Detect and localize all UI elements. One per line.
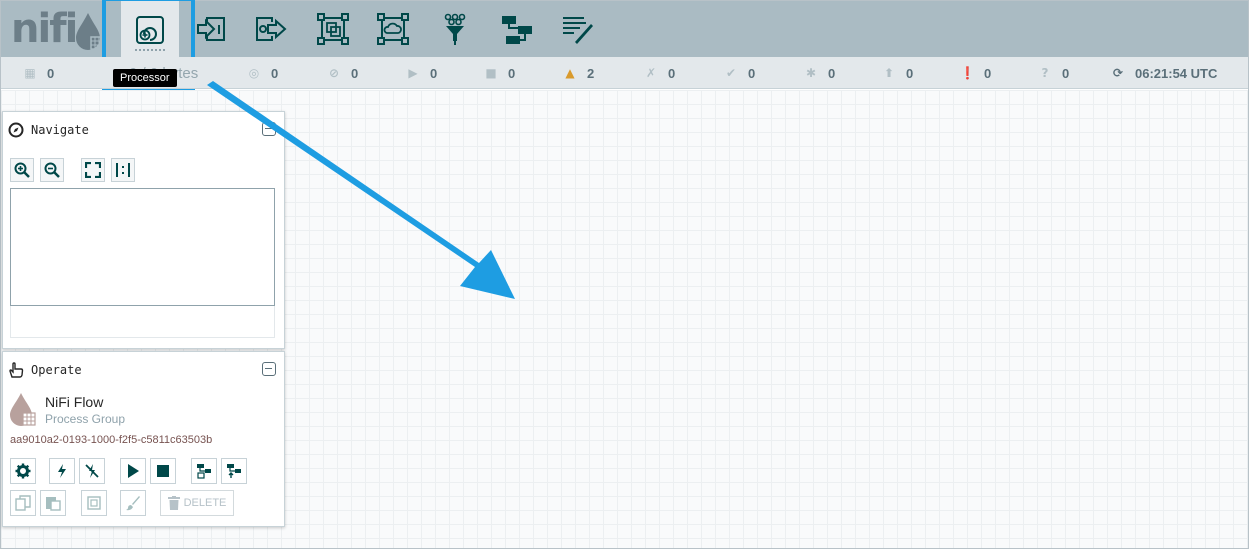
start-button[interactable] [120,458,146,484]
create-template-icon [197,464,211,479]
zoom-out-button[interactable] [40,158,64,182]
enable-button[interactable] [49,458,75,484]
navigate-title: Navigate [31,123,89,137]
process-group-type: Process Group [45,412,126,426]
not-transmitting-icon: ⊘ [328,66,340,80]
remote-process-group-button[interactable] [369,5,417,53]
operate-title: Operate [31,363,82,377]
arrow-up-circle-icon: ⬆ [883,66,895,80]
stopped-status: ■ 0 [485,65,516,81]
process-group-name: NiFi Flow [45,394,104,410]
play-icon [128,464,139,478]
process-group-id: aa9010a2-0193-1000-f2f5-c5811c63503b [10,434,213,446]
locally-modified-status: ✱ 0 [805,65,836,81]
group-icon [87,496,101,510]
running-icon: ▶ [408,66,418,80]
process-group-icon [317,13,349,45]
funnel-icon [444,13,466,45]
flow-status-bar: ▦0 0 / 0 bytes ◎0 ⊘0 ▶0 ■0 ▲2 ✗0 ✔0 ✱0 ⬆… [1,57,1248,89]
stop-icon [157,465,169,477]
question-icon: ? [1041,66,1049,80]
drag-grip [135,49,165,53]
expand-icon [85,162,101,178]
processor-icon [136,16,164,44]
toolbar: nifi [1,0,1248,90]
fit-screen-button[interactable] [81,158,105,182]
remote-process-group-icon [377,13,409,45]
processor-button[interactable] [121,1,179,59]
stale-status: ⬆ 0 [883,65,914,81]
operate-collapse-button[interactable] [262,362,276,376]
actual-size-icon [116,163,130,177]
output-port-icon [256,17,287,41]
gear-icon [15,463,31,479]
refresh-status[interactable]: ⟳ 06:21:54 UTC [1111,57,1217,89]
configure-button[interactable] [10,458,36,484]
running-status: ▶ 0 [406,57,437,89]
nifi-drop-icon [76,13,104,50]
input-port-button[interactable] [187,5,235,53]
cluster-icon: ▦ [24,66,36,80]
copy-icon [15,495,31,511]
upload-template-button[interactable] [221,458,247,484]
zoom-in-button[interactable] [10,158,34,182]
operate-panel: Operate NiFi Flow Process Group aa9010a2… [2,351,285,527]
zoom-in-icon [14,162,30,178]
funnel-button[interactable] [431,5,479,53]
navigate-panel: Navigate [2,111,285,349]
up-to-date-status: ✔ 0 [725,65,756,81]
refresh-icon[interactable]: ⟳ [1111,66,1125,80]
locally-modified-stale-status: ❗ 0 [960,65,992,81]
warning-icon: ▲ [565,66,575,80]
hand-pointer-icon [9,362,24,378]
disabled-icon: ✗ [645,66,657,80]
create-template-button[interactable] [191,458,217,484]
disable-button[interactable] [79,458,105,484]
output-port-button[interactable] [247,5,295,53]
paste-icon [46,497,61,511]
stop-button[interactable] [150,458,176,484]
cluster-status: ▦ 0 [24,65,55,81]
nifi-logo: nifi [11,6,78,52]
navigate-collapse-button[interactable] [262,122,276,136]
compass-icon [8,122,24,138]
processor-tooltip: Processor [113,69,177,87]
label-button[interactable] [553,5,601,53]
label-icon [563,17,593,44]
paste-button[interactable] [40,490,66,516]
birdseye-view[interactable] [10,188,275,306]
disabled-status: ✗ 0 [645,65,676,81]
invalid-status: ▲ 2 [563,57,594,89]
not-transmitting-status: ⊘ 0 [328,65,359,81]
transmitting-icon: ◎ [248,66,260,80]
actual-size-button[interactable] [111,158,135,182]
trash-icon [167,496,180,510]
birdseye-footer [10,306,275,338]
template-icon [502,16,532,44]
sync-failure-status: ? 0 [1038,57,1070,89]
group-button[interactable] [81,490,107,516]
check-icon: ✔ [725,66,737,80]
lightning-icon [58,464,66,478]
disable-icon [85,464,99,478]
paintbrush-icon [126,496,140,511]
delete-button[interactable]: DELETE [160,490,234,516]
copy-button[interactable] [10,490,36,516]
color-button[interactable] [120,490,146,516]
input-port-icon [197,17,225,41]
process-group-drop-icon [10,393,36,426]
stopped-icon: ■ [485,66,497,80]
asterisk-icon: ✱ [805,66,817,80]
zoom-out-icon [44,162,60,178]
transmitting-status: ◎ 0 [248,65,279,81]
process-group-button[interactable] [309,5,357,53]
upload-template-icon [227,464,241,478]
exclamation-circle-icon: ❗ [960,66,975,80]
template-button[interactable] [493,5,541,53]
